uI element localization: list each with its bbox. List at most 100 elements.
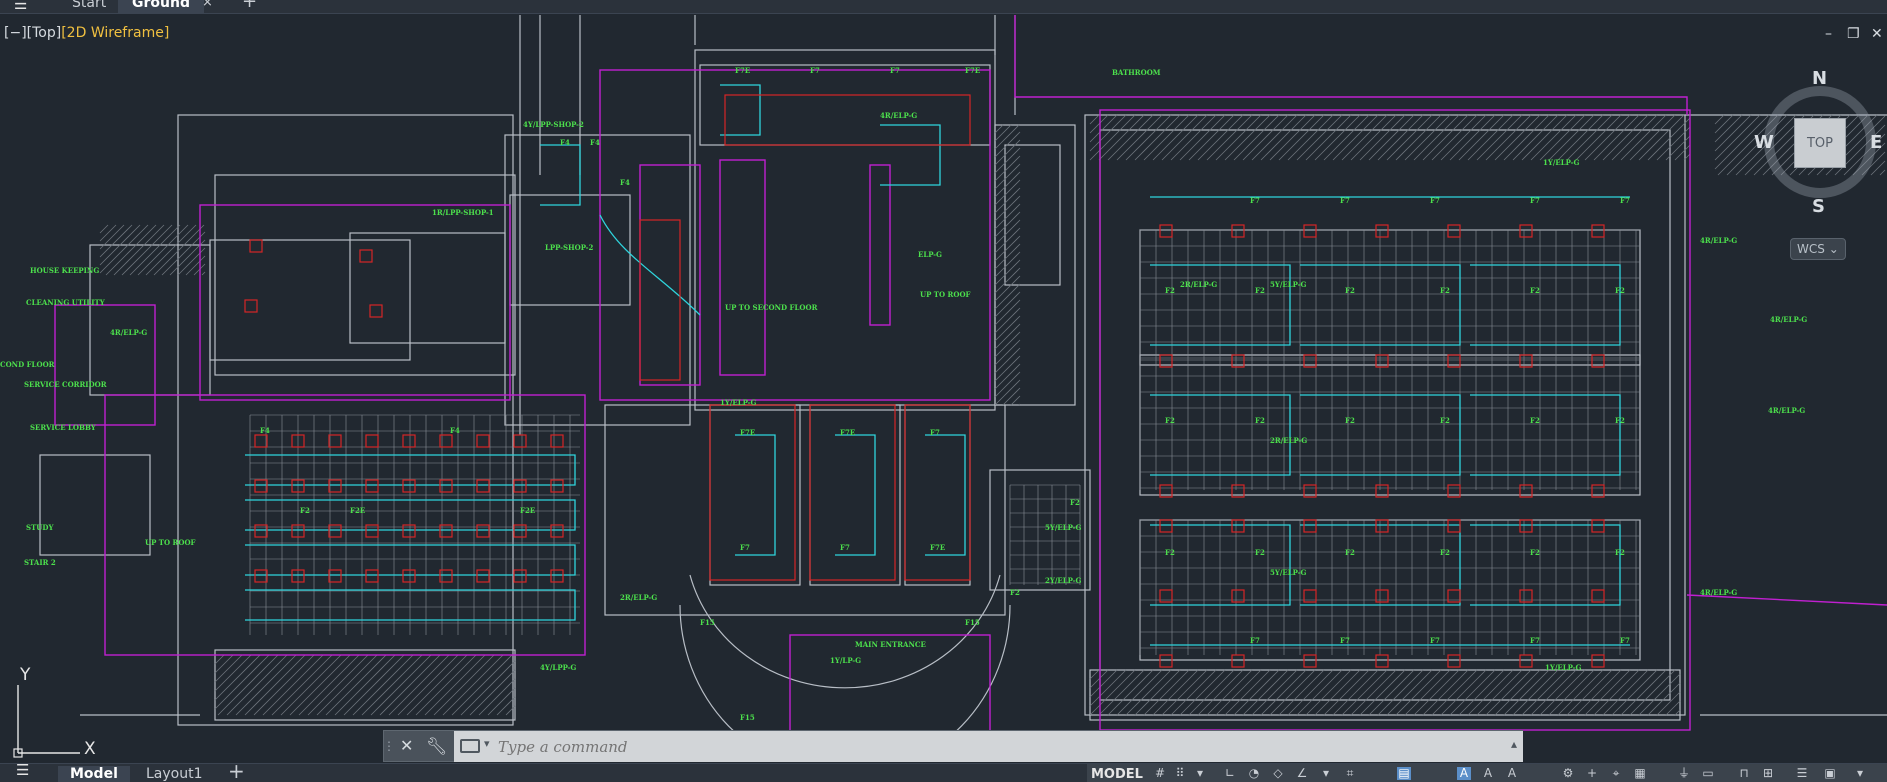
svg-text:SERVICE LOBBY: SERVICE LOBBY bbox=[30, 423, 97, 432]
svg-text:F2: F2 bbox=[300, 506, 310, 515]
svg-text:F7: F7 bbox=[1340, 636, 1350, 645]
isodraft-icon[interactable]: ◇ bbox=[1271, 767, 1285, 780]
svg-text:4R/ELP-G: 4R/ELP-G bbox=[110, 328, 147, 337]
plus-icon[interactable]: + bbox=[1585, 767, 1599, 780]
svg-text:F2: F2 bbox=[1255, 548, 1265, 557]
svg-text:F4: F4 bbox=[590, 138, 600, 147]
command-prompt-icon[interactable] bbox=[460, 739, 480, 753]
svg-text:F7: F7 bbox=[840, 543, 850, 552]
chevron-up-icon[interactable]: ▴ bbox=[1511, 737, 1517, 751]
file-tab-bar: ☰ Start Ground × + bbox=[0, 0, 1887, 14]
compass-west[interactable]: W bbox=[1754, 132, 1774, 153]
walls-layer bbox=[39, 15, 1887, 761]
new-tab-icon[interactable]: + bbox=[242, 0, 257, 11]
annotation-scale-icon[interactable]: A bbox=[1481, 767, 1495, 780]
grid-icon[interactable]: # bbox=[1153, 767, 1167, 780]
svg-text:2R/ELP-G: 2R/ELP-G bbox=[620, 593, 657, 602]
svg-text:F7: F7 bbox=[1250, 196, 1260, 205]
close-command-line-icon[interactable]: ✕ bbox=[400, 737, 418, 755]
compass-north[interactable]: N bbox=[1812, 68, 1827, 89]
wrench-icon[interactable]: 🔧︎ bbox=[426, 736, 448, 758]
svg-text:F2E: F2E bbox=[350, 506, 365, 515]
view-control[interactable]: [Top] bbox=[27, 25, 62, 41]
customization-icon[interactable]: ☰ bbox=[1795, 767, 1809, 780]
annotation-visibility-icon[interactable]: A bbox=[1457, 767, 1471, 780]
compass-south[interactable]: S bbox=[1812, 196, 1825, 217]
status-bar: ☰ Model Layout1 + MODEL # ⠿ ▾ ∟ ◔ ◇ ∠ ▾ … bbox=[0, 761, 1887, 782]
viewcube[interactable]: TOP N S E W bbox=[1754, 68, 1887, 217]
svg-text:F7: F7 bbox=[810, 66, 820, 75]
tab-start[interactable]: Start bbox=[58, 0, 120, 13]
compass-east[interactable]: E bbox=[1870, 132, 1882, 153]
command-line: ⋮ ✕ 🔧︎ ▾ ▴ bbox=[383, 730, 1523, 762]
svg-text:F2: F2 bbox=[1070, 498, 1080, 507]
svg-text:F2: F2 bbox=[1440, 548, 1450, 557]
command-input-box: ▾ ▴ bbox=[454, 731, 1523, 762]
command-input[interactable] bbox=[498, 735, 1478, 759]
svg-text:1R/LPP-SHOP-1: 1R/LPP-SHOP-1 bbox=[432, 208, 494, 217]
svg-text:5Y/ELP-G: 5Y/ELP-G bbox=[1045, 523, 1081, 532]
viewcube-top-face[interactable]: TOP bbox=[1794, 118, 1846, 168]
drag-handle-icon[interactable]: ⋮ bbox=[383, 731, 395, 763]
svg-text:F2: F2 bbox=[1165, 548, 1175, 557]
svg-text:F7: F7 bbox=[1530, 196, 1540, 205]
new-layout-icon[interactable]: + bbox=[228, 761, 245, 781]
drawing-canvas[interactable]: F7 F7 F7 F7 F7 F7 F7 F7 F7 F7 F2 F2 F2 F2 F2 F2 F2 F2 F2 F2… bbox=[0, 15, 1887, 761]
model-space-toggle[interactable]: MODEL bbox=[1091, 767, 1143, 782]
restore-icon[interactable]: ❐ bbox=[1847, 27, 1860, 41]
svg-text:STAIR 2: STAIR 2 bbox=[24, 558, 56, 567]
svg-text:1Y/ELP-G: 1Y/ELP-G bbox=[1545, 663, 1581, 672]
svg-text:1Y/LP-G: 1Y/LP-G bbox=[830, 656, 861, 665]
svg-text:MAIN ENTRANCE: MAIN ENTRANCE bbox=[855, 640, 926, 649]
isolate-objects-icon[interactable]: ⌖ bbox=[1609, 767, 1623, 780]
viewport-menu[interactable]: [−] bbox=[4, 25, 27, 41]
light-fixtures-layer bbox=[244, 94, 1605, 668]
tab-model[interactable]: Model bbox=[58, 766, 130, 782]
svg-text:F7: F7 bbox=[1530, 636, 1540, 645]
object-snap-tracking-icon[interactable]: ∠ bbox=[1295, 767, 1309, 780]
chevron-down-icon[interactable]: ▾ bbox=[484, 737, 490, 750]
units-icon[interactable]: ⊓ bbox=[1737, 767, 1751, 780]
layout-menu-icon[interactable]: ☰ bbox=[16, 763, 29, 778]
wcs-menu[interactable]: WCS ⌄ bbox=[1790, 238, 1846, 260]
clean-screen-icon[interactable]: ⊞ bbox=[1761, 767, 1775, 780]
snap-icon[interactable]: ⠿ bbox=[1173, 767, 1187, 780]
svg-text:LPP-SHOP-2: LPP-SHOP-2 bbox=[545, 243, 594, 252]
svg-text:HOUSE KEEPING: HOUSE KEEPING bbox=[30, 266, 99, 275]
gear-icon[interactable]: ⚙ bbox=[1561, 767, 1575, 780]
chevron-down-icon[interactable]: ▾ bbox=[1853, 767, 1867, 780]
svg-text:F2: F2 bbox=[1255, 286, 1265, 295]
chevron-down-icon[interactable]: ▾ bbox=[1193, 767, 1207, 780]
application-menu-icon[interactable]: ☰ bbox=[14, 0, 36, 12]
osnap-icon[interactable]: ⌗ bbox=[1343, 767, 1357, 780]
svg-text:F2: F2 bbox=[1530, 286, 1540, 295]
quick-properties-icon[interactable]: ▭ bbox=[1701, 767, 1715, 780]
svg-text:F7E: F7E bbox=[735, 66, 750, 75]
dynamic-input-icon[interactable]: ▤ bbox=[1397, 767, 1411, 780]
svg-text:F7: F7 bbox=[740, 543, 750, 552]
visual-style-control[interactable]: [2D Wireframe] bbox=[61, 25, 169, 41]
close-tab-icon[interactable]: × bbox=[202, 0, 213, 9]
svg-text:F7: F7 bbox=[1430, 636, 1440, 645]
svg-text:F7E: F7E bbox=[965, 66, 980, 75]
annotation-auto-icon[interactable]: A bbox=[1505, 767, 1519, 780]
svg-text:F2: F2 bbox=[1440, 416, 1450, 425]
svg-text:F4: F4 bbox=[260, 426, 270, 435]
close-icon[interactable]: ✕ bbox=[1871, 27, 1883, 41]
viewport-controls[interactable]: [−][Top][2D Wireframe] bbox=[4, 25, 169, 41]
tab-layout1[interactable]: Layout1 bbox=[134, 766, 215, 782]
tab-ground[interactable]: Ground bbox=[118, 0, 204, 13]
svg-text:4R/ELP-G: 4R/ELP-G bbox=[1700, 588, 1737, 597]
chevron-down-icon[interactable]: ▾ bbox=[1319, 767, 1333, 780]
ortho-icon[interactable]: ∟ bbox=[1223, 767, 1237, 780]
polar-icon[interactable]: ◔ bbox=[1247, 767, 1261, 780]
svg-text:1Y/ELP-G: 1Y/ELP-G bbox=[1543, 158, 1579, 167]
svg-text:2Y/ELP-G: 2Y/ELP-G bbox=[1045, 576, 1081, 585]
svg-text:UP TO SECOND FLOOR: UP TO SECOND FLOOR bbox=[725, 303, 818, 312]
svg-text:F15: F15 bbox=[700, 618, 715, 627]
hardware-acceleration-icon[interactable]: ▦ bbox=[1633, 767, 1647, 780]
svg-text:1Y/ELP-G: 1Y/ELP-G bbox=[720, 398, 756, 407]
fullscreen-icon[interactable]: ▣ bbox=[1823, 767, 1837, 780]
minimize-icon[interactable]: – bbox=[1825, 27, 1832, 41]
lock-ui-icon[interactable]: ⏚ bbox=[1677, 767, 1691, 780]
